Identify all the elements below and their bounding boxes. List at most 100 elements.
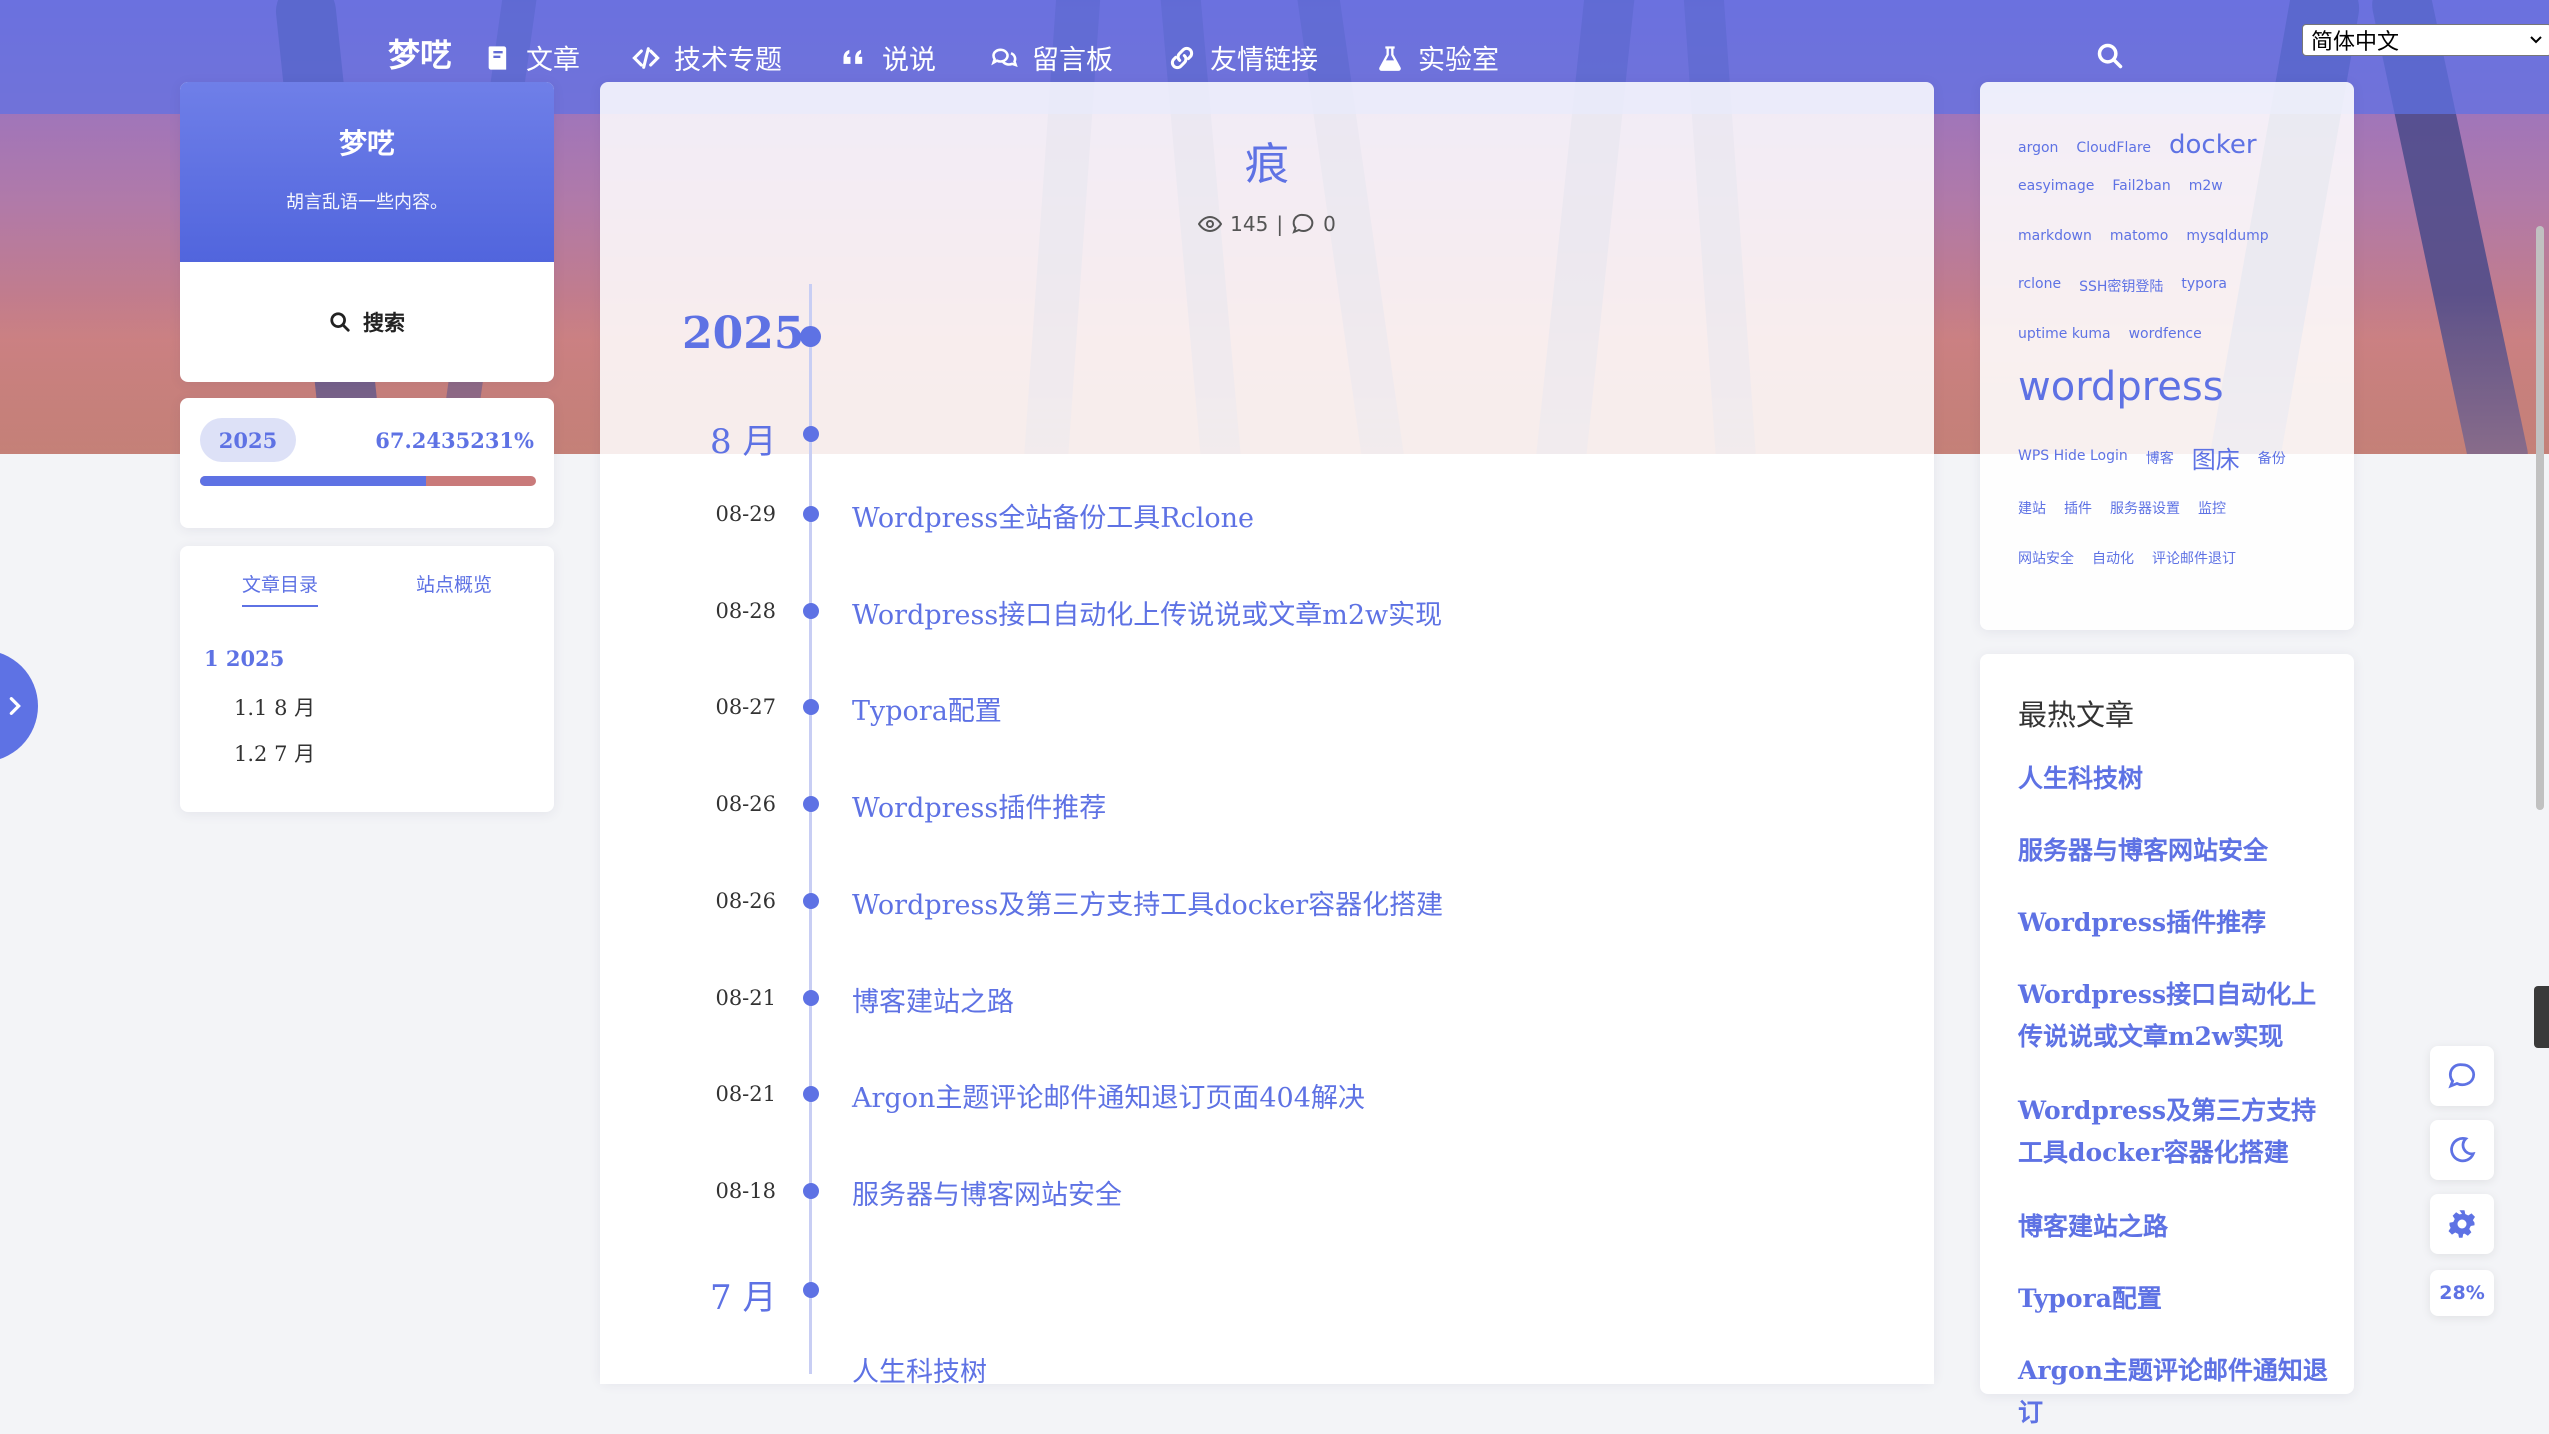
timeline-post-link[interactable]: 服务器与博客网站安全 xyxy=(852,1173,1122,1212)
timeline-dot xyxy=(803,426,819,442)
tag-link[interactable]: 服务器设置 xyxy=(2110,498,2180,518)
comment-icon xyxy=(1292,213,1314,234)
comment-count: 0 xyxy=(1323,212,1336,236)
timeline-post-link[interactable]: 博客建站之路 xyxy=(852,980,1014,1019)
nav-item-friend-links[interactable]: 友情链接 xyxy=(1168,38,1318,77)
timeline-post-link[interactable]: Typora配置 xyxy=(852,689,1002,728)
timeline-dot xyxy=(800,326,821,347)
tag-link[interactable]: 网站安全 xyxy=(2018,548,2074,568)
timeline-dot xyxy=(803,796,819,812)
tag-link[interactable]: 备份 xyxy=(2258,448,2286,468)
search-icon xyxy=(330,312,350,332)
dark-mode-fab[interactable] xyxy=(2430,1120,2494,1180)
nav-item-label: 技术专题 xyxy=(674,45,782,76)
tag-link[interactable]: 博客 xyxy=(2146,448,2174,468)
profile-header: 梦呓 胡言乱语一些内容。 xyxy=(180,82,554,262)
year-progress-bar xyxy=(200,476,536,486)
timeline-post-date: 08-29 xyxy=(715,502,776,526)
tag-link[interactable]: typora xyxy=(2181,276,2227,292)
comment-fab[interactable] xyxy=(2430,1046,2494,1106)
timeline-dot xyxy=(803,1183,819,1199)
nav-item-label: 友情链接 xyxy=(1210,45,1318,76)
book-icon xyxy=(488,45,507,70)
tag-link[interactable]: easyimage xyxy=(2018,178,2094,194)
tag-link[interactable]: rclone xyxy=(2018,276,2061,292)
timeline-year: 2025 xyxy=(682,308,805,359)
tag-link[interactable]: mysqldump xyxy=(2186,228,2268,244)
settings-fab[interactable] xyxy=(2430,1194,2494,1254)
tag-link[interactable]: SSH密钥登陆 xyxy=(2079,276,2163,296)
hot-post-link[interactable]: Wordpress及第三方支持工具docker容器化搭建 xyxy=(2018,1090,2328,1174)
tag-link[interactable]: Fail2ban xyxy=(2112,178,2170,194)
nav-item-topics[interactable]: 技术专题 xyxy=(632,38,782,77)
comments-icon xyxy=(991,48,1018,67)
hot-post-link[interactable]: Wordpress接口自动化上传说说或文章m2w实现 xyxy=(2018,974,2328,1058)
sidebar-toggle-button[interactable] xyxy=(0,650,38,762)
tag-link[interactable]: argon xyxy=(2018,140,2058,156)
tag-link[interactable]: CloudFlare xyxy=(2076,140,2151,156)
quote-icon xyxy=(843,49,863,64)
tag-link[interactable]: docker xyxy=(2169,130,2257,160)
tag-link[interactable]: wordfence xyxy=(2129,326,2202,342)
timeline-post-date: 08-27 xyxy=(715,695,776,719)
tag-link[interactable]: 自动化 xyxy=(2092,548,2134,568)
tag-link[interactable]: WPS Hide Login xyxy=(2018,448,2128,464)
toc-item[interactable]: 1.2 7 月 xyxy=(234,738,315,768)
timeline-post-link[interactable]: Wordpress及第三方支持工具docker容器化搭建 xyxy=(852,883,1443,922)
timeline-post-link[interactable]: Argon主题评论邮件通知退订页面404解决 xyxy=(852,1076,1365,1115)
site-brand[interactable]: 梦呓 xyxy=(388,30,452,76)
hot-post-link[interactable]: 服务器与博客网站安全 xyxy=(2018,830,2328,872)
tag-link[interactable]: 评论邮件退订 xyxy=(2152,548,2236,568)
toc-item[interactable]: 1 2025 xyxy=(204,646,284,671)
hot-post-link[interactable]: Wordpress插件推荐 xyxy=(2018,902,2328,944)
scroll-handle[interactable] xyxy=(2534,986,2549,1048)
nav-item-moments[interactable]: 说说 xyxy=(840,38,936,77)
search-label: 搜索 xyxy=(363,310,405,335)
tag-link[interactable]: wordpress xyxy=(2018,364,2224,410)
year-progress-card: 2025 67.2435231% xyxy=(180,398,554,528)
tag-link[interactable]: 建站 xyxy=(2018,498,2046,518)
scroll-progress-fab[interactable]: 28% xyxy=(2430,1270,2494,1316)
hot-post-link[interactable]: Argon主题评论邮件通知退订 xyxy=(2018,1350,2328,1434)
toc-item[interactable]: 1.1 8 月 xyxy=(234,692,315,722)
page-scrollbar[interactable] xyxy=(2536,226,2544,810)
year-badge: 2025 xyxy=(200,418,296,462)
view-count: 145 xyxy=(1230,212,1269,236)
timeline-post-link[interactable]: Wordpress接口自动化上传说说或文章m2w实现 xyxy=(852,593,1442,632)
nav-item-label: 实验室 xyxy=(1418,45,1499,76)
tag-link[interactable]: matomo xyxy=(2110,228,2168,244)
timeline-dot xyxy=(803,893,819,909)
nav-item-label: 留言板 xyxy=(1032,45,1113,76)
timeline-post-link[interactable]: Wordpress插件推荐 xyxy=(852,786,1106,825)
tag-link[interactable]: 监控 xyxy=(2198,498,2226,518)
nav-item-guestbook[interactable]: 留言板 xyxy=(990,38,1113,77)
tab-site-overview[interactable]: 站点概览 xyxy=(416,570,492,597)
timeline-post-date: 08-26 xyxy=(715,889,776,913)
tag-link[interactable]: uptime kuma xyxy=(2018,326,2111,342)
page-title: 痕 xyxy=(1245,139,1289,190)
nav-item-articles[interactable]: 文章 xyxy=(484,38,580,77)
link-icon xyxy=(1170,46,1194,69)
language-select[interactable]: 简体中文 xyxy=(2302,24,2549,56)
sidebar-search-button[interactable]: 搜索 xyxy=(180,262,554,382)
gear-icon xyxy=(2448,1210,2475,1238)
timeline-post-link[interactable]: 人生科技树 xyxy=(852,1350,987,1389)
tab-toc[interactable]: 文章目录 xyxy=(242,570,319,607)
hot-post-link[interactable]: 博客建站之路 xyxy=(2018,1206,2328,1248)
chevron-down-icon xyxy=(2530,36,2542,44)
profile-name: 梦呓 xyxy=(338,127,395,160)
hot-post-link[interactable]: Typora配置 xyxy=(2018,1278,2328,1320)
hot-post-link[interactable]: 人生科技树 xyxy=(2018,758,2328,800)
timeline-line xyxy=(809,284,812,1374)
year-progress-fill xyxy=(200,476,426,486)
nav-item-lab[interactable]: 实验室 xyxy=(1376,38,1499,77)
timeline-post-date: 08-21 xyxy=(715,986,776,1010)
tag-link[interactable]: 图床 xyxy=(2192,440,2240,475)
hot-posts-title: 最热文章 xyxy=(2018,698,2135,732)
timeline-post-link[interactable]: Wordpress全站备份工具Rclone xyxy=(852,496,1254,535)
profile-description: 胡言乱语一些内容。 xyxy=(286,192,448,213)
tag-link[interactable]: 插件 xyxy=(2064,498,2092,518)
tag-link[interactable]: m2w xyxy=(2189,178,2223,194)
tag-link[interactable]: markdown xyxy=(2018,228,2092,244)
search-icon[interactable] xyxy=(2096,42,2124,70)
